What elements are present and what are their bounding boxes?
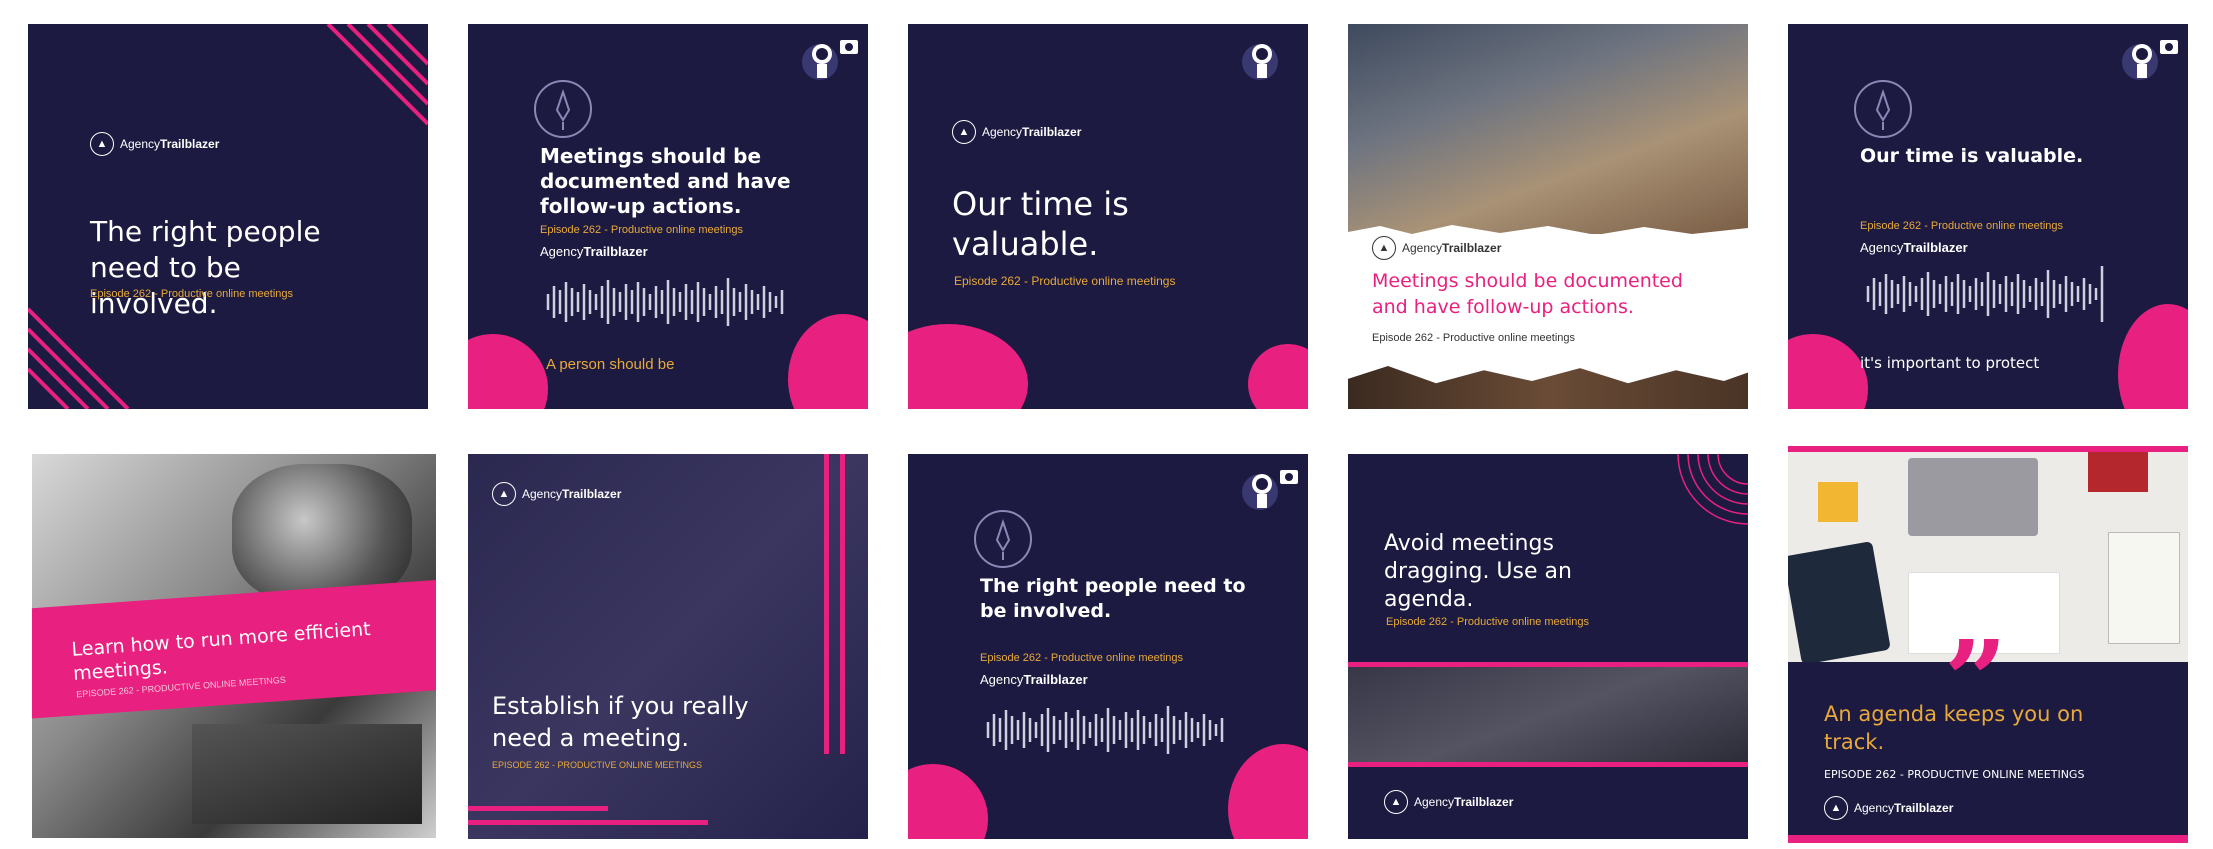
rocket-icon [534,80,592,138]
pink-cloud-left [908,764,988,839]
caption-text: it's important to protect [1860,354,2040,372]
post-tile-10[interactable]: ” An agenda keeps you on track. EPISODE … [1788,446,2188,843]
rocket-icon: ▲ [90,132,114,156]
brand-logo: ▲ AgencyTrailblazer [1824,796,1953,820]
episode-label: Episode 262 - Productive online meetings [1386,616,1590,628]
tablet-shape [1788,541,1891,662]
post-tile-3[interactable]: ▲ AgencyTrailblazer Our time is valuable… [908,24,1308,409]
audio-waveform [1866,266,2104,322]
episode-label: Episode 262 - Productive online meetings [1372,332,1576,344]
arc-decoration [1677,454,1748,525]
brand-logo: ▲ AgencyTrailblazer [492,482,621,506]
rocket-icon: ▲ [952,120,976,144]
rocket-icon [974,510,1032,568]
pink-vertical-bar-2 [840,454,845,754]
pink-cloud-right [1248,344,1308,409]
post-tile-2[interactable]: Meetings should be documented and have f… [468,24,868,409]
quote-text: Our time is valuable. [1860,145,2084,167]
rocket-icon: ▲ [492,482,516,506]
episode-label: Episode 262 - Productive online meetings [1860,220,2064,232]
quote-text: Meetings should be documented and have f… [1372,270,1683,318]
pink-cloud-right [2118,304,2188,409]
quote-text: Meetings should be documented and have f… [540,144,791,218]
laptop-keyboard-photo [192,724,422,824]
laptop-shape [1908,458,2038,536]
episode-label: EPISODE 262 - PRODUCTIVE ONLINE MEETINGS [1824,768,2085,781]
phone-shape [2088,452,2148,492]
episode-label: Episode 262 - Productive online meetings [540,224,744,236]
brand-logo: AgencyTrailblazer [1860,240,1968,255]
episode-label: Episode 262 - Productive online meetings [90,288,294,300]
rocket-icon: ▲ [1824,796,1848,820]
caption-text: A person should be [546,356,675,373]
quote-text: Our time is valuable. [952,185,1129,263]
desk-photo [1348,24,1748,234]
astronaut-camera-icon [2122,40,2178,80]
pink-cloud-left [1788,334,1868,409]
episode-label: EPISODE 262 - PRODUCTIVE ONLINE MEETINGS [492,760,703,770]
quote-text: Establish if you really need a meeting. [492,692,749,752]
brand-logo: ▲ AgencyTrailblazer [90,132,219,156]
astronaut-camera-icon [1242,470,1298,510]
torn-paper-bottom [1348,366,1748,409]
rocket-icon: ▲ [1372,236,1396,260]
post-tile-1[interactable]: ▲ AgencyTrailblazer The right people nee… [28,24,428,409]
episode-label: Episode 262 - Productive online meetings [954,274,1176,288]
rocket-icon [1854,80,1912,138]
astronaut-camera-icon [1242,44,1278,80]
pink-horizontal-bar-1 [468,806,608,811]
rocket-icon: ▲ [1384,790,1408,814]
pink-bottom-bar [1788,835,2188,843]
quote-text: An agenda keeps you on track. [1824,702,2084,754]
pink-cloud-left [908,324,1028,409]
laptop-notebook-photo [1348,667,1748,762]
brand-logo: AgencyTrailblazer [540,244,648,259]
post-tile-5[interactable]: Our time is valuable. Episode 262 - Prod… [1788,24,2188,409]
audio-waveform [546,278,784,326]
brand-logo: ▲ AgencyTrailblazer [952,120,1081,144]
pink-cloud-left [468,334,548,409]
post-tile-7[interactable]: ▲ AgencyTrailblazer Establish if you rea… [468,454,868,839]
post-tile-6[interactable]: Learn how to run more efficient meetings… [32,454,436,838]
pink-cloud-right [1228,744,1308,839]
astronaut-camera-icon [802,40,858,80]
pink-vertical-bar-1 [824,454,829,754]
sticky-note-shape [1818,482,1858,522]
post-tile-8[interactable]: The right people need to be involved. Ep… [908,454,1308,839]
quote-text: The right people need to be involved. [980,575,1246,622]
pink-cloud-right [788,314,868,409]
post-tile-9[interactable]: Avoid meetings dragging. Use an agenda. … [1348,454,1748,839]
post-tile-4[interactable]: ▲ AgencyTrailblazer Meetings should be d… [1348,24,1748,409]
brand-logo: ▲ AgencyTrailblazer [1372,236,1501,260]
diagonal-stripes-top-right [326,24,428,126]
brand-logo: ▲ AgencyTrailblazer [1384,790,1513,814]
pink-horizontal-bar-2 [468,820,708,825]
quote-text: The right people need to be involved. [90,215,321,320]
pink-divider-bottom [1348,762,1748,767]
brand-logo: AgencyTrailblazer [980,672,1088,687]
audio-waveform [986,706,1224,754]
notebook-shape [2108,532,2180,644]
episode-label: Episode 262 - Productive online meetings [980,652,1184,664]
quote-text: Avoid meetings dragging. Use an agenda. [1384,531,1572,612]
